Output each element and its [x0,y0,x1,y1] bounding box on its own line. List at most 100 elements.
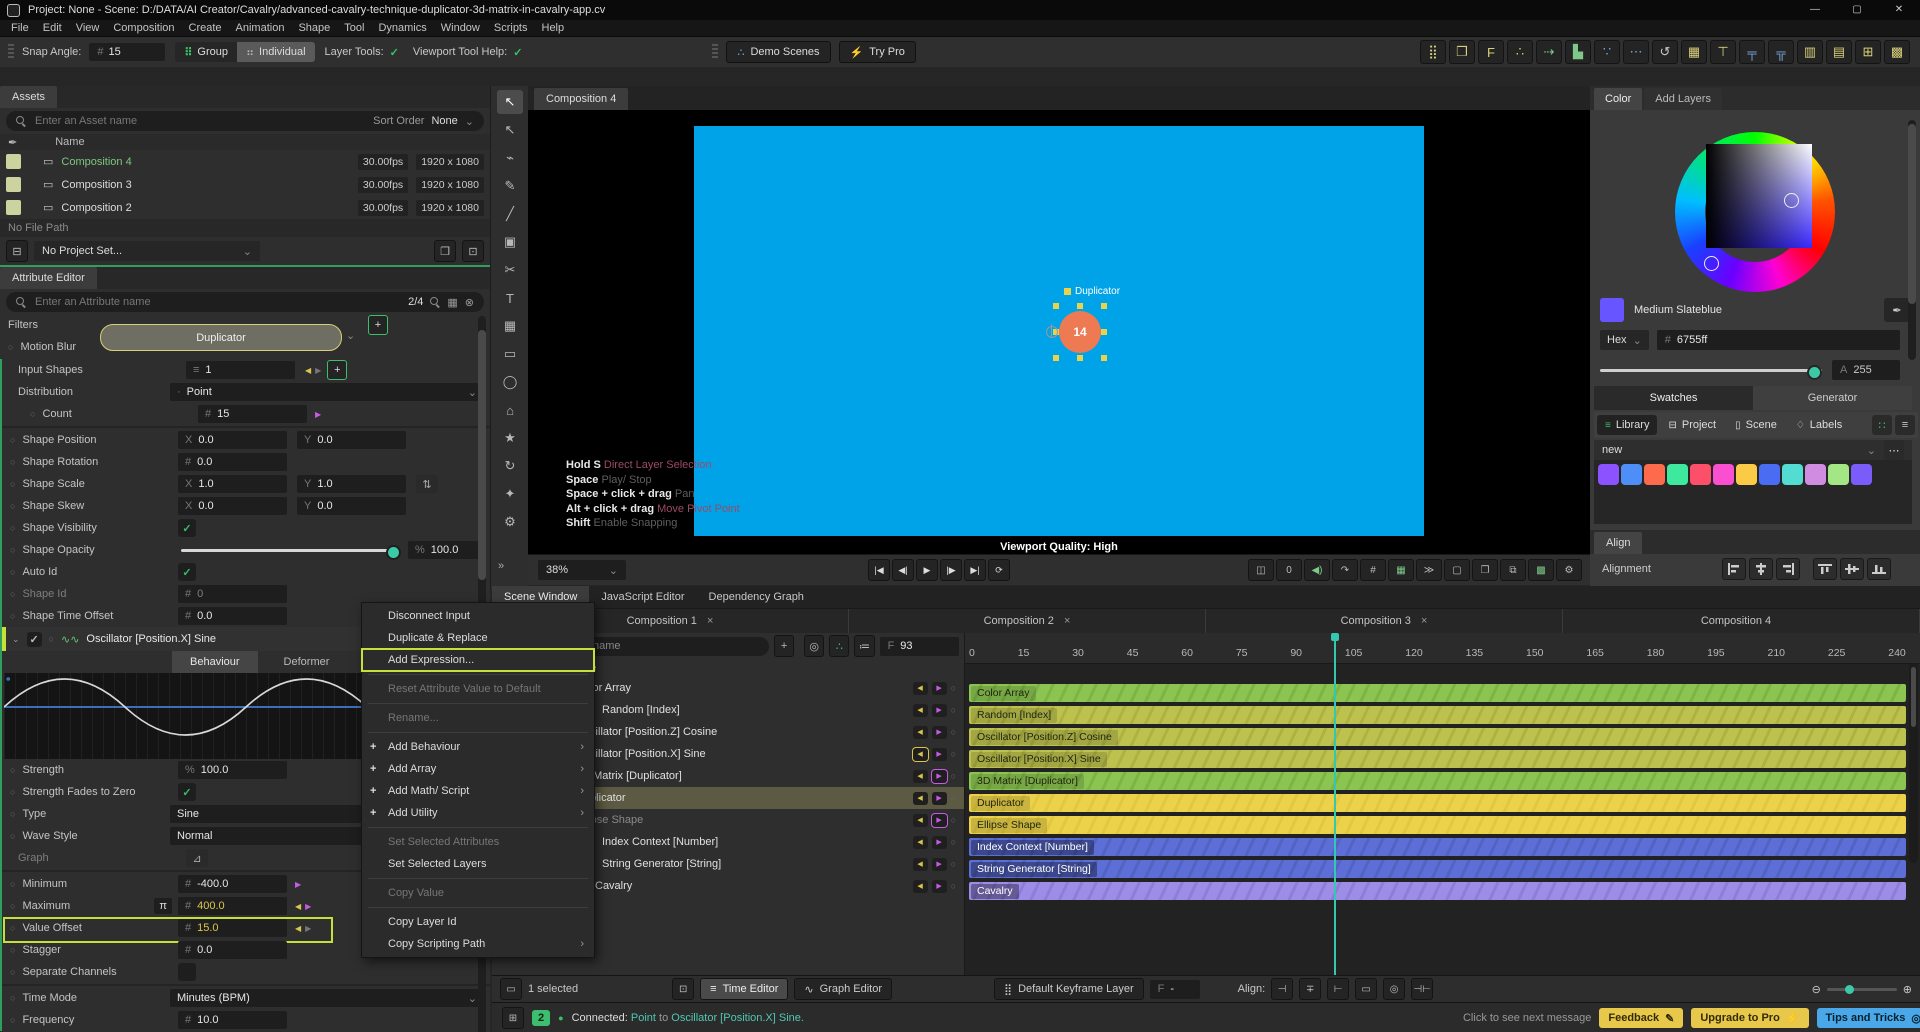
menu-item[interactable]: Dynamics [371,20,433,36]
close-tab-icon[interactable]: × [1064,615,1070,627]
add-dots-icon[interactable]: ∴ [829,635,850,657]
align-bottom-icon[interactable] [1867,558,1891,580]
stagger-field[interactable]: #0.0 [178,941,287,959]
selection-handle[interactable] [1053,355,1059,361]
align-kf-center-icon[interactable]: ∓ [1299,978,1322,1000]
assets-tab[interactable]: Assets [0,86,58,108]
context-menu-item[interactable]: Set Selected Layers [362,853,594,875]
viewport-option-icon[interactable]: ▩ [1528,559,1554,581]
labels-button[interactable]: ♢ Labels [1788,415,1850,435]
menu-item[interactable]: Create [182,20,229,36]
context-menu-item[interactable]: Reset Attribute Value to Default [362,678,594,700]
link-icon[interactable]: ◎ [1383,978,1406,1000]
shape-id-field[interactable]: #0 [178,585,287,603]
graph-curve-icon[interactable]: ⊿ [186,849,208,867]
strength-field[interactable]: % 100.0 [178,761,287,779]
viewport-tool-icon[interactable]: ╱ [497,202,523,226]
viewport-option-icon[interactable]: ❐ [1472,559,1498,581]
open-folder-icon[interactable]: ❐ [434,240,456,262]
align-center-v-icon[interactable] [1840,558,1864,580]
in-marker-icon[interactable]: ◀ [912,703,928,717]
in-marker-icon[interactable]: ◀ [912,725,928,739]
viewport-option-icon[interactable]: ⚙ [1556,559,1582,581]
list-view-icon[interactable]: ≡ [1895,415,1915,435]
composition-tab[interactable]: Composition 4 [1563,609,1920,633]
keyframe-right-icon[interactable]: ▶ [315,366,321,375]
color-swatch[interactable] [1759,464,1780,485]
chevron-down-icon[interactable]: ⌄ [465,115,474,128]
align-kf-box-icon[interactable]: ▭ [1355,978,1378,1000]
project-dropdown[interactable]: No Project Set... ⌄ [34,241,260,261]
context-menu-item[interactable]: + Add Math/ Script › [362,780,594,802]
link-xy-icon[interactable]: ⇅ [416,475,438,493]
viewport-option-icon[interactable]: ≫ [1416,559,1442,581]
input-shapes-field[interactable]: ≡ 1 [186,361,295,379]
color-swatch[interactable] [1598,464,1619,485]
toolbar-icon[interactable]: ⊞ [1855,40,1881,64]
shape-rotation-field[interactable]: #0.0 [178,453,287,471]
auto-id-checkbox[interactable]: ✓ [178,563,196,581]
upgrade-button[interactable]: Upgrade to Pro ⚡ [1691,1008,1809,1028]
out-marker-icon[interactable]: ▶ [931,879,947,893]
layer-tools-check-icon[interactable]: ✓ [390,46,399,59]
layer-duration-bar[interactable]: Index Context [Number] [969,838,1906,856]
context-menu-item[interactable]: Copy Value [362,882,594,904]
context-menu-item[interactable] [368,732,588,733]
menu-item[interactable]: Edit [36,20,69,36]
project-button[interactable]: ⊟ Project [1660,415,1724,435]
attribute-search[interactable]: 2/4 ▦ ⊗ [6,292,484,312]
solo-circle-icon[interactable]: ○ [951,705,956,715]
toolbar-icon[interactable]: ⣿ [1420,40,1446,64]
viewport-tool-icon[interactable]: T [497,286,523,310]
color-swatch[interactable] [1621,464,1642,485]
message-count-badge[interactable]: 2 [532,1010,551,1026]
context-menu-item[interactable]: Add Expression... [361,648,595,672]
oscillator-enabled-checkbox[interactable]: ✓ [26,631,42,647]
context-menu-item[interactable]: + Add Behaviour › [362,736,594,758]
color-swatch[interactable] [1713,464,1734,485]
graph-editor-button[interactable]: ∿ Graph Editor [794,978,892,1000]
solo-circle-icon[interactable]: ○ [951,793,956,803]
connection-out-icon[interactable]: ▶ [305,902,311,911]
solo-circle-icon[interactable]: ○ [951,683,956,693]
shape-opacity-slider[interactable] [181,544,401,560]
shape-opacity-field[interactable]: % 100.0 [408,541,484,559]
shape-skew-x-field[interactable]: X 0.0 [178,497,287,515]
layer-duration-bar[interactable]: Color Array [969,684,1906,702]
hue-selector[interactable] [1704,256,1719,271]
align-top-icon[interactable] [1813,558,1837,580]
playback-button[interactable]: ◀| [892,559,914,581]
context-menu-item[interactable] [368,907,588,908]
asset-row[interactable]: ▭ Composition 4 30.00fps 1920 x 1080 [0,150,490,173]
asset-color-swatch[interactable] [6,177,21,192]
composition-tab[interactable]: Composition 2 × [849,609,1206,633]
toolbar-icon[interactable]: ⊤ [1710,40,1736,64]
layer-duration-bar[interactable]: Duplicator [969,794,1906,812]
zoom-out-icon[interactable]: ⊖ [1812,983,1821,996]
solo-circle-icon[interactable]: ○ [951,727,956,737]
duplicated-shape[interactable]: 14 [1059,311,1101,353]
color-swatch[interactable] [1851,464,1872,485]
context-menu-item[interactable] [368,703,588,704]
color-swatch[interactable] [1828,464,1849,485]
viewport-tool-icon[interactable]: ↖ [497,118,523,142]
align-tab[interactable]: Align [1594,532,1643,554]
find-icon[interactable] [430,297,440,307]
library-button[interactable]: ≡ Library [1597,415,1658,435]
layer-duration-bar[interactable]: Random [Index] [969,706,1906,724]
viewport-composition-tab[interactable]: Composition 4 [534,88,629,110]
in-marker-icon[interactable]: ◀ [912,769,928,783]
asset-search-input[interactable] [33,114,367,128]
timeline-ruler[interactable]: 0 15 30 45 60 75 90 105 120 135 150 165 180 195 210 225… [965,633,1920,664]
shape-scale-x-field[interactable]: X 1.0 [178,475,287,493]
context-menu-item[interactable] [368,827,588,828]
toolbar-icon[interactable]: ⋯ [1623,40,1649,64]
connection-out-icon[interactable]: ▶ [315,410,321,419]
layer-duration-bar[interactable]: Ellipse Shape [969,816,1906,834]
time-mode-dropdown[interactable]: Minutes (BPM) ⌄ [170,989,484,1007]
align-kf-left-icon[interactable]: ⊣ [1271,978,1294,1000]
close-button[interactable]: ✕ [1878,0,1920,20]
toolbar-icon[interactable]: ▙ [1565,40,1591,64]
viewport-tool-icon[interactable]: ▦ [497,314,523,338]
solo-circle-icon[interactable]: ○ [951,881,956,891]
